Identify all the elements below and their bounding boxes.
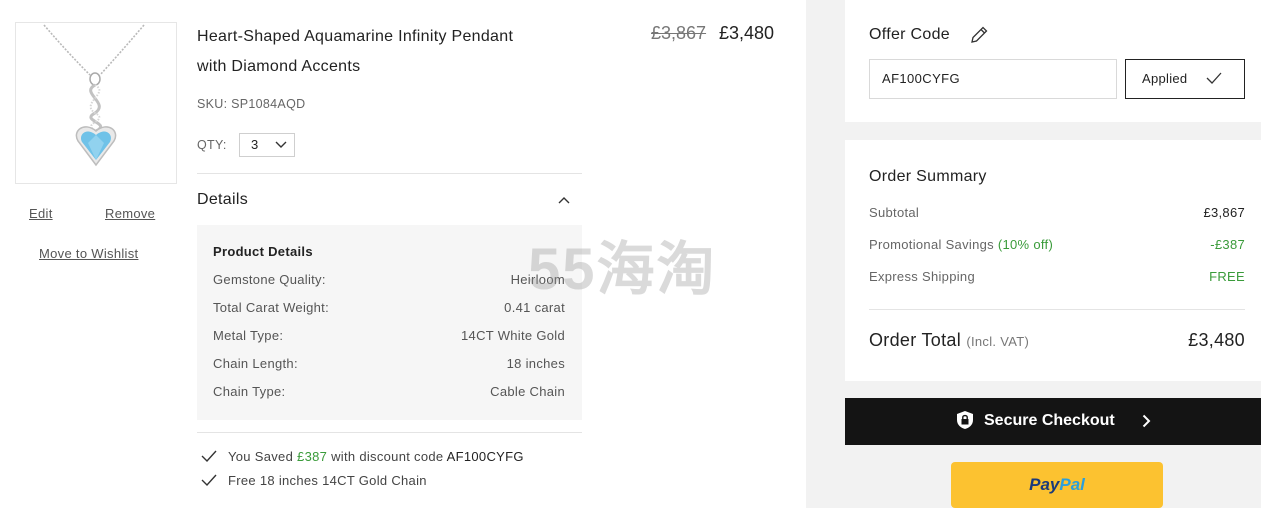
details-value: Cable Chain (490, 384, 565, 399)
subtotal-row: Subtotal £3,867 (869, 205, 1245, 220)
pencil-icon[interactable] (969, 25, 989, 45)
shipping-row: Express Shipping FREE (869, 269, 1245, 284)
details-value: 18 inches (506, 356, 565, 371)
quantity-value: 3 (251, 137, 259, 152)
remove-link[interactable]: Remove (105, 206, 155, 221)
order-total-value: £3,480 (1188, 330, 1245, 350)
offer-code-title: Offer Code (869, 26, 950, 43)
order-total-note: (Incl. VAT) (966, 334, 1030, 349)
order-summary-card: Order Summary Subtotal £3,867 Promotiona… (845, 140, 1261, 381)
applied-label: Applied (1142, 71, 1188, 86)
saved-code: AF100CYFG (446, 449, 524, 464)
paypal-logo-part2: Pal (1059, 475, 1085, 494)
product-details-panel: Product Details Gemstone Quality: Heirlo… (197, 225, 582, 420)
details-key: Metal Type: (213, 328, 284, 343)
subtotal-label: Subtotal (869, 205, 920, 220)
details-key: Chain Type: (213, 384, 286, 399)
details-key: Chain Length: (213, 356, 298, 371)
saved-prefix: You Saved (228, 449, 294, 464)
details-value: 14CT White Gold (461, 328, 565, 343)
details-key: Total Carat Weight: (213, 300, 330, 315)
savings-note: You Saved £387 with discount code AF100C… (201, 449, 524, 464)
paypal-button[interactable]: PayPal (951, 462, 1163, 508)
shipping-value: FREE (1209, 269, 1245, 284)
chevron-right-icon (1142, 414, 1151, 428)
details-row: Chain Length: 18 inches (213, 356, 565, 376)
pendant-image-icon (43, 24, 145, 167)
details-row: Chain Type: Cable Chain (213, 384, 565, 404)
offer-code-card: Offer Code AF100CYFG Applied (845, 0, 1261, 122)
product-title[interactable]: Heart-Shaped Aquamarine Infinity Pendant… (197, 22, 597, 82)
applied-button[interactable]: Applied (1125, 59, 1245, 99)
secure-checkout-label: Secure Checkout (984, 412, 1115, 429)
divider (197, 173, 582, 174)
details-row: Gemstone Quality: Heirloom (213, 272, 565, 292)
shipping-label: Express Shipping (869, 269, 975, 284)
details-key: Gemstone Quality: (213, 272, 326, 287)
original-price: £3,867 (651, 23, 707, 43)
watermark: 55海淘 (528, 237, 717, 302)
free-chain-text: Free 18 inches 14CT Gold Chain (228, 473, 427, 488)
offer-code-input[interactable]: AF100CYFG (869, 59, 1117, 99)
order-total-row: Order Total (Incl. VAT) £3,480 (869, 330, 1245, 351)
details-toggle[interactable]: Details (197, 191, 248, 209)
product-title-line1: Heart-Shaped Aquamarine Infinity Pendant (197, 28, 514, 45)
shield-lock-icon (957, 411, 973, 429)
saved-middle: with discount code (331, 449, 444, 464)
quantity-select[interactable]: 3 (239, 133, 295, 157)
subtotal-value: £3,867 (1203, 205, 1245, 220)
product-sku: SKU: SP1084AQD (197, 97, 306, 111)
move-to-wishlist-link[interactable]: Move to Wishlist (39, 246, 138, 261)
check-icon (201, 474, 217, 486)
free-chain-note: Free 18 inches 14CT Gold Chain (201, 473, 427, 488)
product-details-title: Product Details (213, 244, 313, 259)
edit-link[interactable]: Edit (29, 206, 53, 221)
chevron-down-icon (275, 141, 287, 148)
saved-amount: £387 (297, 449, 328, 464)
product-title-line2: with Diamond Accents (197, 58, 361, 75)
current-price: £3,480 (719, 23, 775, 43)
details-row: Total Carat Weight: 0.41 carat (213, 300, 565, 320)
savings-label: Promotional Savings (869, 237, 994, 252)
paypal-logo-part1: Pay (1029, 475, 1060, 494)
check-icon (201, 450, 217, 462)
chevron-up-icon[interactable] (558, 196, 570, 204)
savings-percent: (10% off) (997, 237, 1054, 252)
order-summary-title: Order Summary (869, 168, 987, 185)
check-icon (1206, 72, 1222, 84)
product-image[interactable] (15, 22, 177, 184)
details-row: Metal Type: 14CT White Gold (213, 328, 565, 348)
qty-label: QTY: (197, 138, 227, 152)
order-total-label: Order Total (869, 330, 962, 350)
divider (869, 309, 1245, 310)
savings-row: Promotional Savings (10% off) -£387 (869, 237, 1245, 252)
divider (197, 432, 582, 433)
secure-checkout-button[interactable]: Secure Checkout (845, 398, 1261, 445)
savings-value: -£387 (1210, 237, 1245, 252)
